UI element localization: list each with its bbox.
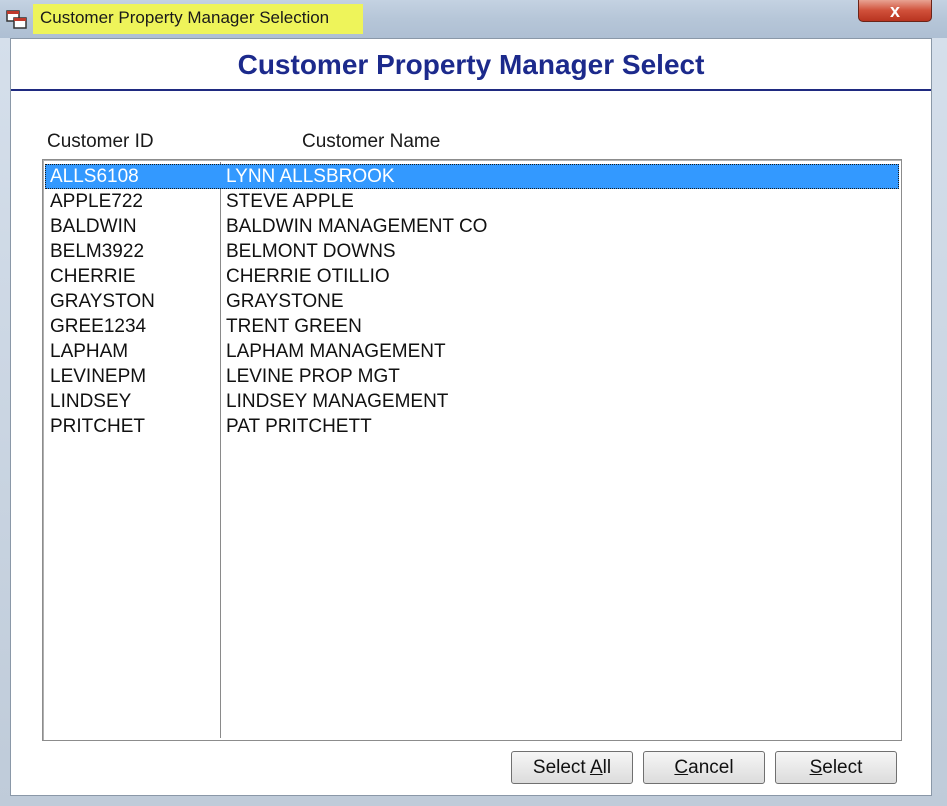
customer-id-cell: ALLS6108 bbox=[50, 166, 139, 187]
close-button[interactable]: x bbox=[858, 0, 932, 22]
list-item[interactable]: CHERRIE CHERRIE OTILLIO bbox=[45, 264, 899, 289]
close-icon: x bbox=[889, 0, 900, 21]
select-all-label-key: A bbox=[589, 757, 603, 778]
list-item[interactable]: LEVINEPM LEVINE PROP MGT bbox=[45, 364, 899, 389]
list-item[interactable]: ALLS6108 LYNN ALLSBROOK bbox=[45, 164, 899, 189]
customer-name-cell: CHERRIE OTILLIO bbox=[226, 266, 390, 287]
customer-id-cell: GRAYSTON bbox=[50, 291, 155, 312]
list-item[interactable]: GRAYSTON GRAYSTONE bbox=[45, 289, 899, 314]
customer-name-cell: LYNN ALLSBROOK bbox=[226, 166, 395, 187]
customer-name-cell: LINDSEY MANAGEMENT bbox=[226, 391, 449, 412]
customer-id-cell: PRITCHET bbox=[50, 416, 145, 437]
select-all-button[interactable]: Select All bbox=[511, 751, 633, 784]
customer-id-cell: CHERRIE bbox=[50, 266, 136, 287]
customer-name-cell: PAT PRITCHETT bbox=[226, 416, 372, 437]
customer-name-cell: LAPHAM MANAGEMENT bbox=[226, 341, 446, 362]
customer-id-cell: LINDSEY bbox=[50, 391, 132, 412]
customer-id-cell: LAPHAM bbox=[50, 341, 129, 362]
customer-name-cell: STEVE APPLE bbox=[226, 191, 354, 212]
list-item[interactable]: PRITCHET PAT PRITCHETT bbox=[45, 414, 899, 439]
customer-listbox[interactable]: ALLS6108 LYNN ALLSBROOK APPLE722 STEVE APPL… bbox=[42, 159, 902, 741]
customer-id-cell: BELM3922 bbox=[50, 241, 145, 262]
dialog-client-area: Customer Property Manager Select Custome… bbox=[10, 38, 932, 796]
select-label-post: elect bbox=[822, 757, 863, 778]
list-item[interactable]: APPLE722 STEVE APPLE bbox=[45, 189, 899, 214]
customer-name-cell: TRENT GREEN bbox=[226, 316, 362, 337]
column-header-customer-id: Customer ID bbox=[47, 131, 154, 152]
cancel-label-key: C bbox=[674, 757, 689, 778]
customer-id-cell: GREE1234 bbox=[50, 316, 147, 337]
customer-name-cell: BELMONT DOWNS bbox=[226, 241, 396, 262]
select-all-label-post: ll bbox=[602, 757, 612, 778]
cancel-label-post: ancel bbox=[688, 757, 734, 778]
list-item[interactable]: LAPHAM LAPHAM MANAGEMENT bbox=[45, 339, 899, 364]
app-window-icon[interactable] bbox=[6, 10, 28, 30]
select-button[interactable]: Select bbox=[775, 751, 897, 784]
select-all-label-pre: Select bbox=[532, 757, 590, 778]
cancel-button[interactable]: Cancel bbox=[643, 751, 765, 784]
list-item[interactable]: LINDSEY LINDSEY MANAGEMENT bbox=[45, 389, 899, 414]
list-item[interactable]: GREE1234 TRENT GREEN bbox=[45, 314, 899, 339]
list-item[interactable]: BELM3922 BELMONT DOWNS bbox=[45, 239, 899, 264]
dialog-window: Customer Property Manager Selection x Cu… bbox=[0, 0, 947, 806]
title-bar[interactable]: Customer Property Manager Selection x bbox=[0, 0, 947, 38]
window-title: Customer Property Manager Selection bbox=[40, 8, 330, 27]
customer-id-cell: APPLE722 bbox=[50, 191, 143, 212]
customer-name-cell: LEVINE PROP MGT bbox=[226, 366, 400, 387]
customer-name-cell: BALDWIN MANAGEMENT CO bbox=[226, 216, 488, 237]
customer-id-cell: LEVINEPM bbox=[50, 366, 147, 387]
column-header-customer-name: Customer Name bbox=[302, 131, 441, 152]
customer-name-cell: GRAYSTONE bbox=[226, 291, 344, 312]
list-item[interactable]: BALDWIN BALDWIN MANAGEMENT CO bbox=[45, 214, 899, 239]
dialog-header: Customer Property Manager Select bbox=[11, 39, 931, 91]
select-label-key: S bbox=[809, 757, 823, 778]
customer-id-cell: BALDWIN bbox=[50, 216, 137, 237]
page-title: Customer Property Manager Select bbox=[237, 49, 705, 80]
